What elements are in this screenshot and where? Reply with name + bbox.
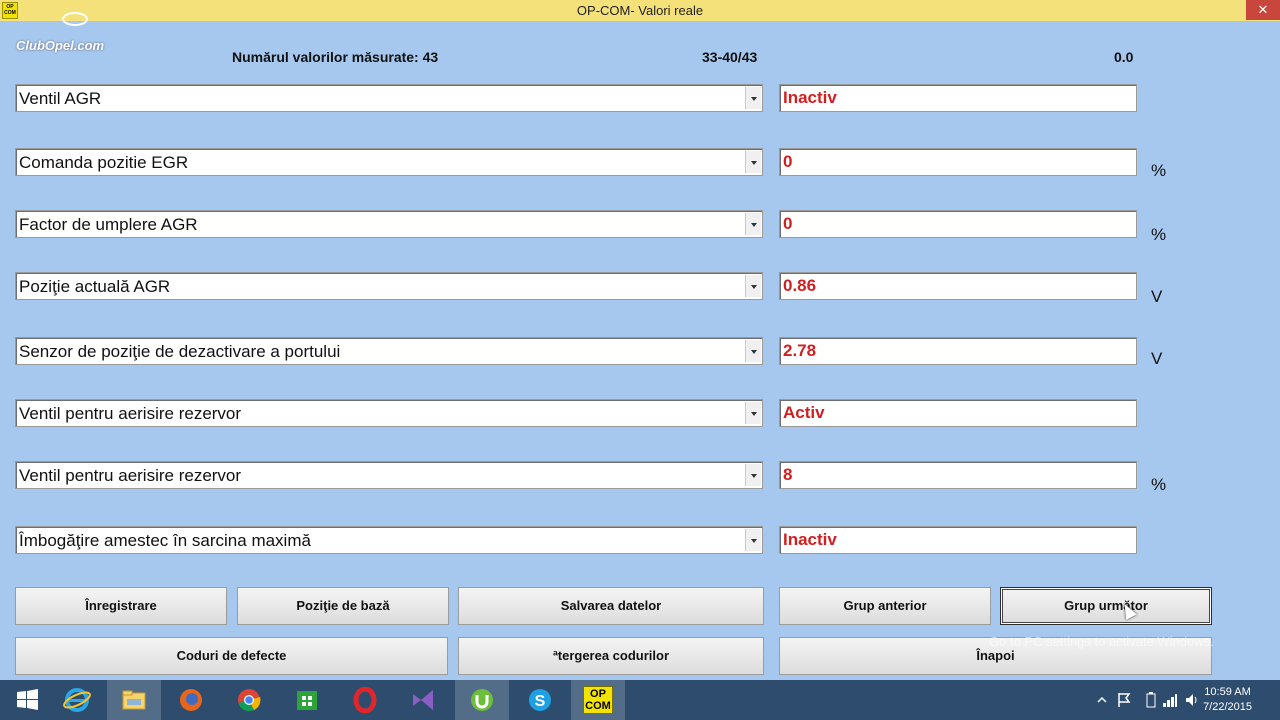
- chevron-down-icon[interactable]: [745, 464, 761, 486]
- param-select-6[interactable]: Ventil pentru aerisire rezervor: [15, 399, 763, 427]
- param-select-8[interactable]: Îmbogăţire amestec în sarcina maximă: [15, 526, 763, 554]
- flag-icon[interactable]: [1117, 692, 1131, 708]
- fault-codes-button[interactable]: Coduri de defecte: [15, 637, 448, 675]
- windows-logo-icon: [17, 689, 38, 710]
- clock-time: 10:59 AM: [1204, 686, 1251, 698]
- taskbar-store[interactable]: [280, 680, 334, 720]
- store-icon: [297, 691, 317, 710]
- unit-label-7: %: [1151, 475, 1167, 494]
- value-text: 2.78: [783, 341, 817, 360]
- chevron-down-icon[interactable]: [745, 529, 761, 551]
- group-range: 33-40/43: [702, 49, 758, 65]
- taskbar: S OP COM 10:59 AM 7/22/2015: [0, 680, 1280, 720]
- taskbar-file-explorer[interactable]: [107, 680, 161, 720]
- utorrent-icon: [471, 689, 493, 711]
- param-select-2[interactable]: Comanda pozitie EGR: [15, 148, 763, 176]
- chevron-up-icon[interactable]: [1096, 694, 1108, 706]
- param-label: Îmbogăţire amestec în sarcina maximă: [19, 531, 311, 550]
- activation-watermark: Go to PC settings to activate Windows.: [989, 634, 1214, 649]
- measured-values-count: Numărul valorilor măsurate: 43: [232, 49, 439, 65]
- value-field-6: Activ: [779, 399, 1137, 427]
- chrome-icon: [238, 689, 261, 712]
- param-select-1[interactable]: Ventil AGR: [15, 84, 763, 112]
- value-text: Activ: [783, 403, 825, 422]
- record-button[interactable]: Înregistrare: [15, 587, 227, 625]
- value-text: Inactiv: [783, 88, 837, 107]
- param-label: Factor de umplere AGR: [19, 215, 198, 234]
- firefox-icon: [180, 689, 202, 711]
- param-label: Poziţie actuală AGR: [19, 277, 171, 296]
- value-field-3: 0: [779, 210, 1137, 238]
- close-button[interactable]: ✕: [1246, 0, 1280, 20]
- param-select-4[interactable]: Poziţie actuală AGR: [15, 272, 763, 300]
- start-button[interactable]: [0, 680, 54, 720]
- save-data-button[interactable]: Salvarea datelor: [458, 587, 764, 625]
- chevron-down-icon[interactable]: [745, 402, 761, 424]
- previous-group-button[interactable]: Grup anterior: [779, 587, 991, 625]
- unit-label-2: %: [1151, 161, 1167, 180]
- volume-icon[interactable]: [1184, 692, 1200, 708]
- value-field-7: 8: [779, 461, 1137, 489]
- param-label: Ventil pentru aerisire rezervor: [19, 466, 242, 485]
- param-label: Senzor de poziţie de dezactivare a portu…: [19, 342, 341, 361]
- next-group-button[interactable]: Grup următor: [1000, 587, 1212, 625]
- logo-text: ClubOpel.com: [16, 38, 105, 53]
- unit-label-5: V: [1151, 349, 1163, 368]
- network-icon[interactable]: [1162, 692, 1178, 708]
- chevron-down-icon[interactable]: [745, 87, 761, 109]
- chevron-down-icon[interactable]: [745, 151, 761, 173]
- value-text: Inactiv: [783, 530, 837, 549]
- param-label: Ventil pentru aerisire rezervor: [19, 404, 242, 423]
- chevron-down-icon[interactable]: [745, 275, 761, 297]
- taskbar-opera[interactable]: [338, 680, 392, 720]
- value-field-5: 2.78: [779, 337, 1137, 365]
- opera-icon: [353, 687, 377, 713]
- value-text: 8: [783, 465, 793, 484]
- taskbar-utorrent[interactable]: [455, 680, 509, 720]
- clear-codes-button[interactable]: ªtergerea codurilor: [458, 637, 764, 675]
- title-bar: OP COM OP-COM- Valori reale ✕: [0, 0, 1280, 22]
- chevron-down-icon[interactable]: [745, 340, 761, 362]
- opcom-icon: OP COM: [583, 686, 613, 714]
- taskbar-visual-studio[interactable]: [396, 680, 450, 720]
- value-field-1: Inactiv: [779, 84, 1137, 112]
- value-field-2: 0: [779, 148, 1137, 176]
- unit-label-3: %: [1151, 225, 1167, 244]
- internet-explorer-icon: [63, 688, 91, 712]
- value-field-8: Inactiv: [779, 526, 1137, 554]
- skype-icon: S: [529, 689, 551, 711]
- param-select-3[interactable]: Factor de umplere AGR: [15, 210, 763, 238]
- param-label: Comanda pozitie EGR: [19, 153, 189, 172]
- taskbar-chrome[interactable]: [222, 680, 276, 720]
- clock-date: 7/22/2015: [1203, 701, 1252, 713]
- window-title: OP-COM- Valori reale: [576, 3, 704, 18]
- value-field-4: 0.86: [779, 272, 1137, 300]
- taskbar-clock[interactable]: 10:59 AM 7/22/2015: [1203, 685, 1252, 715]
- taskbar-firefox[interactable]: [164, 680, 218, 720]
- param-select-7[interactable]: Ventil pentru aerisire rezervor: [15, 461, 763, 489]
- taskbar-skype[interactable]: S: [513, 680, 567, 720]
- opel-emblem-icon: [62, 12, 88, 26]
- elapsed-time: 0.0: [1114, 49, 1134, 65]
- value-text: 0.86: [783, 276, 817, 295]
- param-select-5[interactable]: Senzor de poziţie de dezactivare a portu…: [15, 337, 763, 365]
- visual-studio-icon: [413, 690, 433, 710]
- param-label: Ventil AGR: [19, 89, 102, 108]
- chevron-down-icon[interactable]: [745, 213, 761, 235]
- folder-icon: [122, 690, 146, 710]
- base-position-button[interactable]: Poziţie de bază: [237, 587, 449, 625]
- taskbar-opcom[interactable]: OP COM: [571, 680, 625, 720]
- battery-icon[interactable]: [1146, 692, 1156, 708]
- taskbar-internet-explorer[interactable]: [50, 680, 104, 720]
- value-text: 0: [783, 152, 793, 171]
- svg-text:S: S: [535, 693, 546, 710]
- unit-label-4: V: [1151, 287, 1163, 306]
- value-text: 0: [783, 214, 793, 233]
